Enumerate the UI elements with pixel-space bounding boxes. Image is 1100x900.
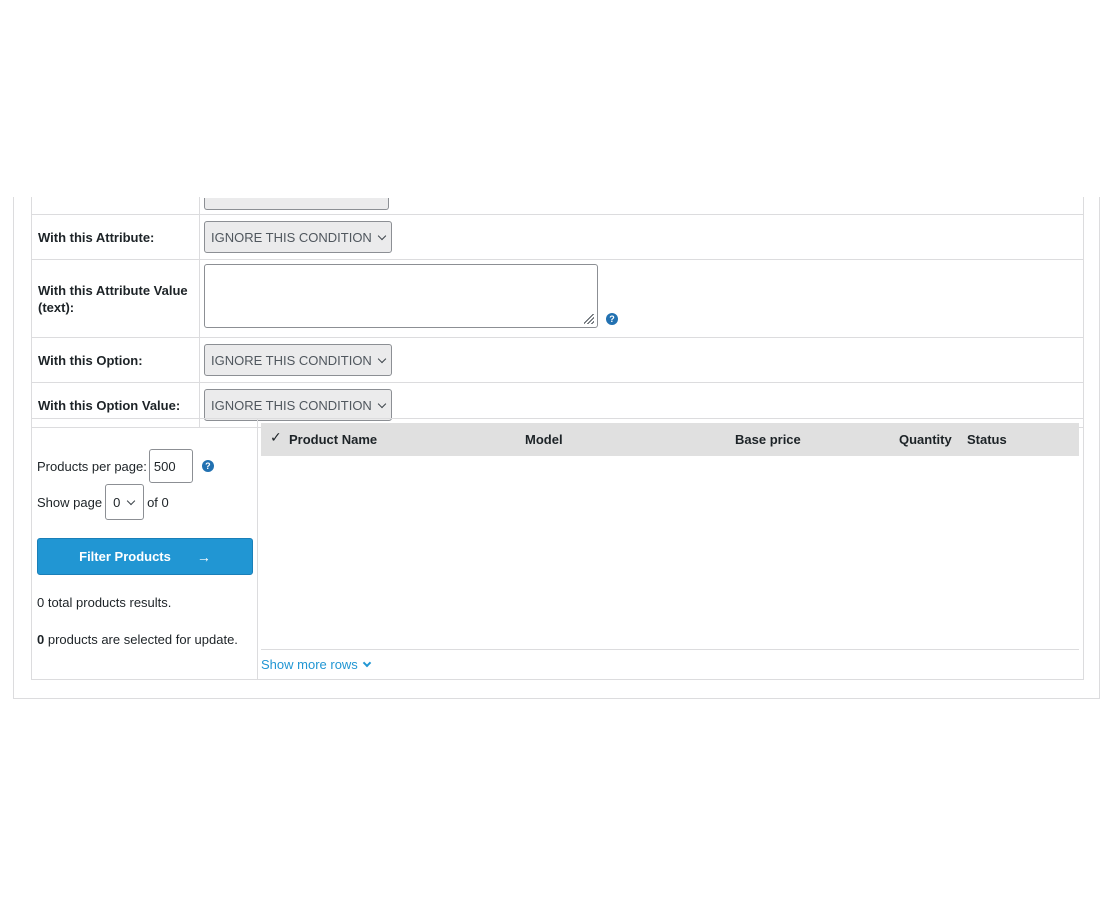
per-page-input[interactable]: 500: [148, 449, 193, 483]
select-all-check-icon[interactable]: ✓: [270, 429, 282, 446]
help-icon[interactable]: ?: [201, 460, 214, 472]
attribute-value-field: ?: [199, 259, 1084, 338]
option-label: With this Option:: [31, 337, 200, 383]
page-total-label: of 0: [147, 494, 169, 510]
column-base-price[interactable]: Base price: [735, 432, 801, 447]
condition-row-attribute-value: With this Attribute Value (text): ?: [31, 259, 1084, 338]
condition-select-partial[interactable]: [204, 198, 389, 210]
product-filter-panel: With this Attribute: IGNORE THIS CONDITI…: [13, 197, 1100, 699]
selected-suffix: products are selected for update.: [44, 632, 238, 647]
results-section: Products per page: 500 ? Show page 0 of …: [31, 418, 1084, 680]
show-page-label: Show page: [37, 494, 103, 510]
products-grid: ✓ Product Name Model Base price Quantity…: [261, 423, 1079, 677]
chevron-down-icon: [127, 496, 136, 505]
filter-button-label: Filter Products: [79, 549, 171, 564]
condition-field: [199, 197, 1084, 215]
filter-conditions-table: With this Attribute: IGNORE THIS CONDITI…: [31, 197, 1084, 428]
grid-divider: [261, 649, 1079, 650]
column-quantity[interactable]: Quantity: [899, 432, 952, 447]
products-per-page: Products per page: 500 ?: [37, 449, 214, 483]
show-page: Show page 0 of 0: [37, 484, 169, 520]
page-select[interactable]: 0: [105, 484, 145, 520]
column-product-name[interactable]: Product Name: [289, 432, 377, 447]
help-icon[interactable]: ?: [606, 313, 618, 325]
column-model[interactable]: Model: [525, 432, 563, 447]
option-value-select-value: IGNORE THIS CONDITION: [211, 397, 372, 413]
chevron-down-icon: [377, 231, 387, 240]
viewport: With this Attribute: IGNORE THIS CONDITI…: [0, 197, 1100, 700]
show-more-rows-link[interactable]: Show more rows: [261, 657, 372, 672]
attribute-select[interactable]: IGNORE THIS CONDITION: [204, 221, 392, 253]
option-value-select[interactable]: IGNORE THIS CONDITION: [204, 389, 392, 421]
per-page-label: Products per page:: [37, 458, 147, 474]
option-field: IGNORE THIS CONDITION: [199, 337, 1084, 383]
column-status[interactable]: Status: [967, 432, 1007, 447]
grid-header: ✓ Product Name Model Base price Quantity…: [261, 423, 1079, 456]
option-select[interactable]: IGNORE THIS CONDITION: [204, 344, 392, 376]
condition-row-attribute: With this Attribute: IGNORE THIS CONDITI…: [31, 214, 1084, 260]
results-controls: Products per page: 500 ? Show page 0 of …: [32, 419, 258, 679]
condition-row-cut: [31, 197, 1084, 215]
attribute-field: IGNORE THIS CONDITION: [199, 214, 1084, 260]
condition-row-option: With this Option: IGNORE THIS CONDITION: [31, 337, 1084, 383]
attribute-select-value: IGNORE THIS CONDITION: [211, 229, 372, 245]
total-results-text: 0 total products results.: [37, 595, 172, 610]
chevron-down-icon: [377, 399, 387, 408]
condition-label: [31, 197, 200, 215]
attribute-value-textarea[interactable]: [204, 264, 598, 328]
resize-handle-icon[interactable]: [584, 314, 594, 324]
option-select-value: IGNORE THIS CONDITION: [211, 352, 372, 368]
page-select-value: 0: [113, 494, 121, 510]
arrow-right-icon: →: [196, 548, 211, 565]
filter-products-button[interactable]: Filter Products →: [37, 538, 253, 575]
chevron-down-icon: [362, 658, 372, 667]
show-more-label: Show more rows: [261, 657, 358, 672]
attribute-value-label: With this Attribute Value (text):: [31, 259, 200, 338]
attribute-value-wrap: ?: [204, 264, 618, 328]
chevron-down-icon: [377, 354, 387, 363]
selected-count-text: 0 products are selected for update.: [37, 632, 238, 647]
attribute-label: With this Attribute:: [31, 214, 200, 260]
